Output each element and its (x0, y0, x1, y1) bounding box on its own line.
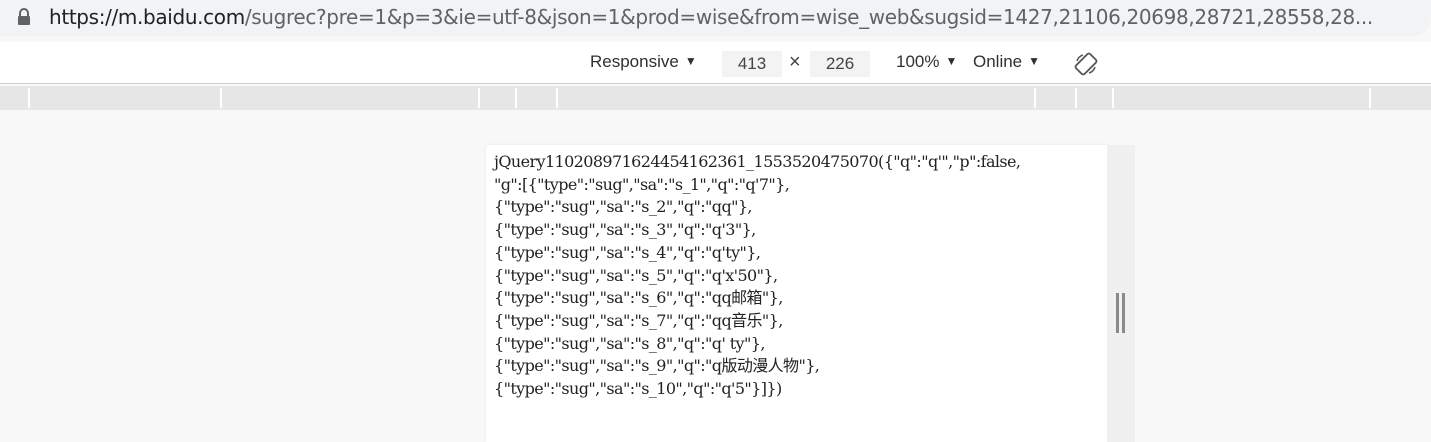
chevron-down-icon: ▼ (684, 54, 697, 68)
ruler-divider (220, 88, 222, 108)
response-line: {"type":"sug","sa":"s_9","q":"q版动漫人物"}, (494, 356, 820, 376)
response-line: {"type":"sug","sa":"s_2","q":"qq"}, (494, 197, 753, 217)
device-label: Responsive (590, 52, 679, 71)
response-line: jQuery110208971624454162361_155352047507… (494, 152, 1021, 171)
resize-grip-bar (1116, 293, 1119, 333)
media-query-bar[interactable] (0, 86, 1431, 110)
response-line: {"type":"sug","sa":"s_5","q":"q'x'50"}, (494, 265, 778, 285)
resize-grip-bar (1122, 293, 1125, 333)
lock-icon[interactable] (17, 8, 31, 26)
resize-handle-icon[interactable] (1116, 293, 1126, 333)
ruler-divider (28, 88, 30, 108)
chevron-down-icon: ▼ (945, 54, 958, 68)
ruler-divider (1369, 88, 1371, 108)
response-line: "g":[{"type":"sug","sa":"s_1","q":"q'7"}… (494, 174, 790, 194)
url-path: /sugrec?pre=1&p=3&ie=utf-8&json=1&prod=w… (244, 5, 1373, 29)
zoom-label: 100% (896, 52, 940, 71)
chevron-down-icon: ▼ (1028, 54, 1041, 68)
jsonp-response-text: jQuery110208971624454162361_155352047507… (494, 151, 1021, 401)
rotate-icon[interactable] (1074, 52, 1098, 76)
device-toolbar: Responsive ▼ 413 × 226 100% ▼ Online ▼ (0, 42, 1431, 84)
ruler-divider (515, 88, 517, 108)
response-line: {"type":"sug","sa":"s_4","q":"q'ty"}, (494, 242, 761, 262)
width-input[interactable]: 413 (722, 51, 782, 77)
zoom-select[interactable]: 100% ▼ (896, 52, 957, 72)
ruler-divider (478, 88, 480, 108)
address-bar[interactable]: https://m.baidu.com/sugrec?pre=1&p=3&ie=… (0, 0, 1431, 36)
response-line: {"type":"sug","sa":"s_3","q":"q'3"}, (494, 220, 756, 240)
emulated-viewport[interactable]: jQuery110208971624454162361_155352047507… (486, 145, 1107, 442)
ruler-divider (1112, 88, 1114, 108)
response-line: {"type":"sug","sa":"s_6","q":"qq邮箱"}, (494, 288, 783, 308)
response-line: {"type":"sug","sa":"s_10","q":"q'5"}]}) (494, 379, 782, 399)
dimension-separator: × (789, 51, 801, 73)
device-select[interactable]: Responsive ▼ (590, 52, 697, 72)
url-host: https://m.baidu.com (49, 5, 245, 29)
response-line: {"type":"sug","sa":"s_7","q":"qq音乐"}, (494, 310, 783, 330)
height-input[interactable]: 226 (810, 51, 870, 77)
network-label: Online (973, 52, 1023, 71)
url-text[interactable]: https://m.baidu.com/sugrec?pre=1&p=3&ie=… (49, 5, 1419, 29)
ruler-divider (1075, 88, 1077, 108)
network-throttle-select[interactable]: Online ▼ (973, 52, 1040, 72)
ruler-divider (556, 88, 558, 108)
ruler-divider (1034, 88, 1036, 108)
response-line: {"type":"sug","sa":"s_8","q":"q' ty"}, (494, 333, 765, 353)
